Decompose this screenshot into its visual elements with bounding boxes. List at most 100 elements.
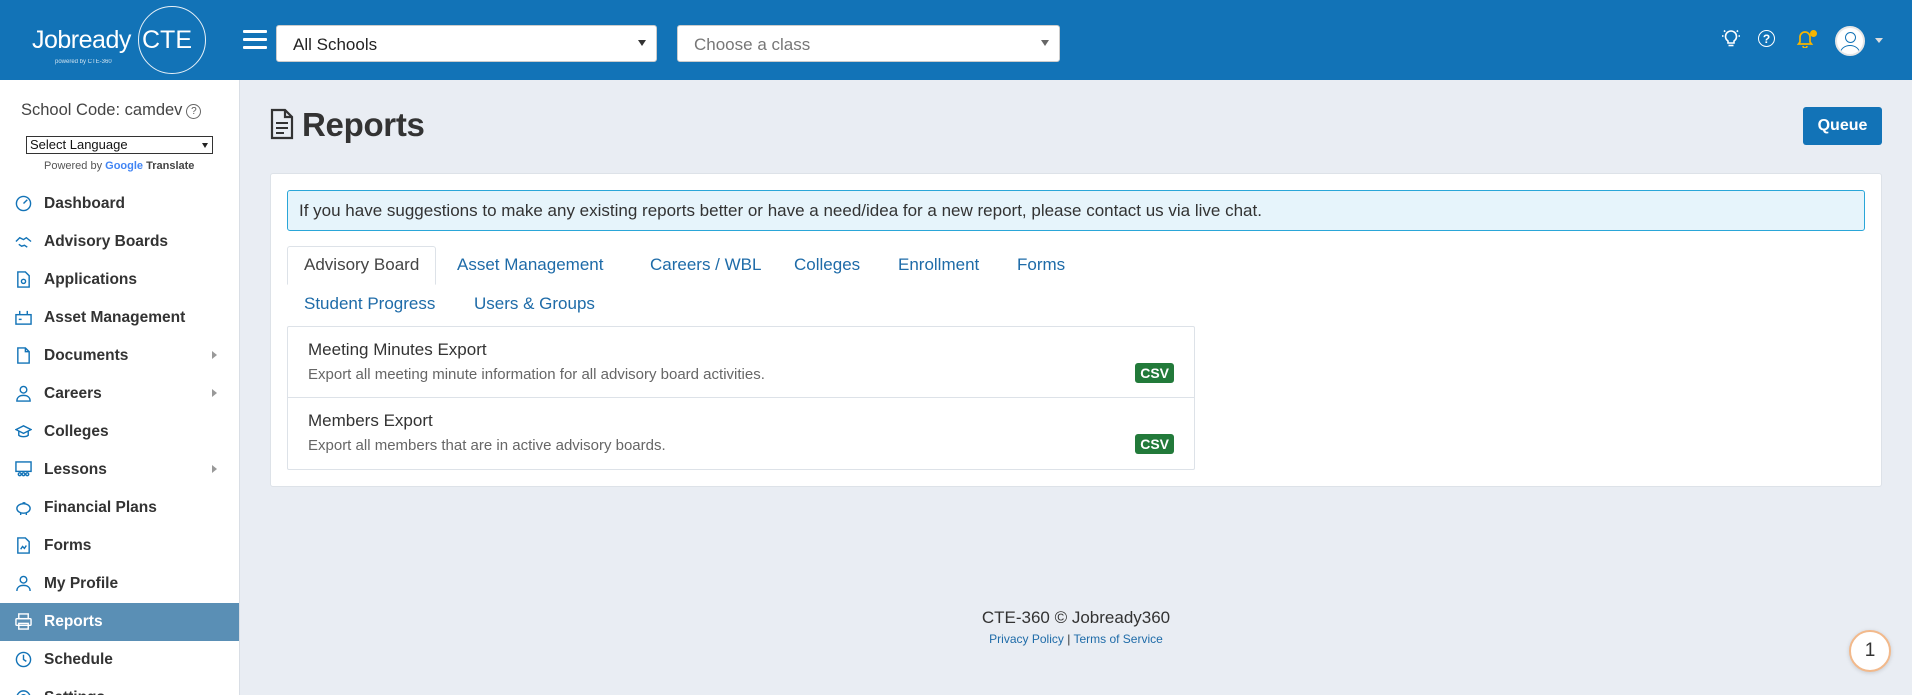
- help-icon[interactable]: ?: [186, 104, 202, 119]
- sidebar-item-label: My Profile: [44, 575, 119, 592]
- sidebar-item-colleges[interactable]: Colleges: [0, 413, 239, 451]
- sidebar-item-dashboard[interactable]: Dashboard: [0, 185, 239, 223]
- list-item: Members Export Export all members that a…: [288, 398, 1194, 469]
- lessons-icon: [15, 461, 32, 478]
- logo-text-cte: CTE: [142, 26, 192, 54]
- sidebar-item-label: Lessons: [44, 461, 107, 478]
- footer-links: Privacy Policy | Terms of Service: [270, 632, 1882, 646]
- sidebar-item-my-profile[interactable]: My Profile: [0, 565, 239, 603]
- clock-icon: [15, 651, 32, 668]
- sidebar-item-asset-management[interactable]: Asset Management: [0, 299, 239, 337]
- sidebar-item-settings[interactable]: Settings: [0, 679, 239, 695]
- class-select-placeholder: Choose a class: [694, 35, 811, 54]
- logo-text: Jobready: [32, 26, 131, 54]
- privacy-policy-link[interactable]: Privacy Policy: [989, 632, 1064, 646]
- chevron-down-icon: [202, 143, 208, 148]
- chevron-down-icon[interactable]: [1875, 38, 1883, 43]
- footer-separator: |: [1067, 632, 1071, 646]
- footer: CTE-360 © Jobready360 Privacy Policy | T…: [270, 608, 1882, 646]
- sidebar-item-label: Settings: [44, 689, 105, 695]
- sidebar-item-label: Dashboard: [44, 195, 125, 212]
- sidebar-item-forms[interactable]: Forms: [0, 527, 239, 565]
- sidebar-item-label: Advisory Boards: [44, 233, 169, 250]
- sidebar-item-label: Colleges: [44, 423, 109, 440]
- logo-subtext: powered by CTE-360: [55, 59, 112, 65]
- terms-of-service-link[interactable]: Terms of Service: [1073, 632, 1162, 646]
- sidebar-item-label: Financial Plans: [44, 499, 157, 516]
- report-title: Members Export: [308, 411, 433, 430]
- chat-notification-badge[interactable]: 1: [1849, 630, 1891, 672]
- report-title: Meeting Minutes Export: [308, 340, 487, 359]
- top-navbar: Jobready CTE powered by CTE-360 All Scho…: [0, 0, 1912, 80]
- csv-export-button[interactable]: CSV: [1135, 434, 1174, 454]
- jobready-cte-logo[interactable]: Jobready CTE powered by CTE-360: [30, 4, 210, 76]
- sidebar-item-lessons[interactable]: Lessons: [0, 451, 239, 489]
- chevron-right-icon[interactable]: [212, 465, 217, 473]
- school-select[interactable]: All Schools: [276, 25, 657, 62]
- tab-careers-wbl[interactable]: Careers / WBL: [650, 255, 761, 275]
- careers-icon: [15, 385, 32, 402]
- application-icon: [15, 271, 32, 288]
- menu-toggle-icon[interactable]: [243, 30, 267, 50]
- class-select[interactable]: Choose a class: [677, 25, 1060, 62]
- dashboard-icon: [15, 195, 32, 212]
- sidebar-item-applications[interactable]: Applications: [0, 261, 239, 299]
- powered-by-text: Powered by: [44, 160, 103, 172]
- tab-colleges[interactable]: Colleges: [794, 255, 860, 275]
- school-select-value: All Schools: [293, 35, 378, 54]
- printer-icon: [15, 613, 32, 630]
- csv-export-button[interactable]: CSV: [1135, 363, 1174, 383]
- report-description: Export all members that are in active ad…: [308, 437, 666, 454]
- sidebar-item-careers[interactable]: Careers: [0, 375, 239, 413]
- google-logo: Google: [105, 160, 144, 172]
- sidebar-item-label: Applications: [44, 271, 138, 288]
- tab-forms[interactable]: Forms: [1017, 255, 1065, 275]
- sidebar-item-schedule[interactable]: Schedule: [0, 641, 239, 679]
- tab-asset-management[interactable]: Asset Management: [457, 255, 603, 275]
- settings-icon: [15, 689, 32, 695]
- sidebar-nav: Dashboard Advisory Boards Applications Asse…: [0, 185, 239, 695]
- sidebar-item-label: Forms: [44, 537, 92, 554]
- tab-student-progress[interactable]: Student Progress: [304, 294, 435, 314]
- tab-advisory-board[interactable]: Advisory Board: [287, 246, 437, 285]
- list-item: Meeting Minutes Export Export all meetin…: [288, 327, 1194, 398]
- handshake-icon: [15, 233, 32, 250]
- chevron-right-icon[interactable]: [212, 351, 217, 359]
- queue-button[interactable]: Queue: [1803, 107, 1882, 145]
- sidebar: School Code: camdev? Select Language Pow…: [0, 80, 240, 695]
- info-alert: If you have suggestions to make any exis…: [287, 190, 1865, 231]
- user-avatar[interactable]: [1835, 26, 1865, 56]
- help-icon[interactable]: ?: [1758, 30, 1775, 47]
- sidebar-item-reports[interactable]: Reports: [0, 603, 239, 641]
- tab-enrollment[interactable]: Enrollment: [898, 255, 979, 275]
- sidebar-item-label: Documents: [44, 347, 129, 364]
- graduation-cap-icon: [14, 423, 33, 440]
- sidebar-item-financial-plans[interactable]: Financial Plans: [0, 489, 239, 527]
- report-list: Meeting Minutes Export Export all meetin…: [287, 326, 1195, 470]
- school-code: School Code: camdev?: [21, 101, 202, 120]
- tab-users-groups[interactable]: Users & Groups: [474, 294, 595, 314]
- sidebar-item-label: Careers: [44, 385, 102, 402]
- document-icon: [270, 108, 294, 140]
- piggy-bank-icon: [15, 499, 32, 516]
- document-icon: [15, 347, 32, 364]
- profile-icon: [15, 575, 32, 592]
- forms-icon: [15, 537, 32, 554]
- sidebar-item-label: Asset Management: [44, 309, 186, 326]
- translate-link[interactable]: Translate: [146, 160, 194, 172]
- reports-card: If you have suggestions to make any exis…: [270, 173, 1882, 487]
- sidebar-item-label: Reports: [44, 613, 103, 630]
- google-translate-credit: Powered by Google Translate: [44, 160, 194, 172]
- report-description: Export all meeting minute information fo…: [308, 366, 765, 383]
- chevron-right-icon[interactable]: [212, 389, 217, 397]
- language-select-value: Select Language: [30, 137, 128, 152]
- lightbulb-icon[interactable]: [1721, 28, 1741, 48]
- school-code-text: School Code: camdev: [21, 101, 183, 119]
- sidebar-item-label: Schedule: [44, 651, 113, 668]
- copyright: CTE-360 © Jobready360: [981, 608, 1171, 627]
- chevron-down-icon: [1041, 40, 1049, 46]
- sidebar-item-documents[interactable]: Documents: [0, 337, 239, 375]
- sidebar-item-advisory-boards[interactable]: Advisory Boards: [0, 223, 239, 261]
- language-select[interactable]: Select Language: [26, 136, 213, 154]
- chevron-down-icon: [638, 40, 646, 46]
